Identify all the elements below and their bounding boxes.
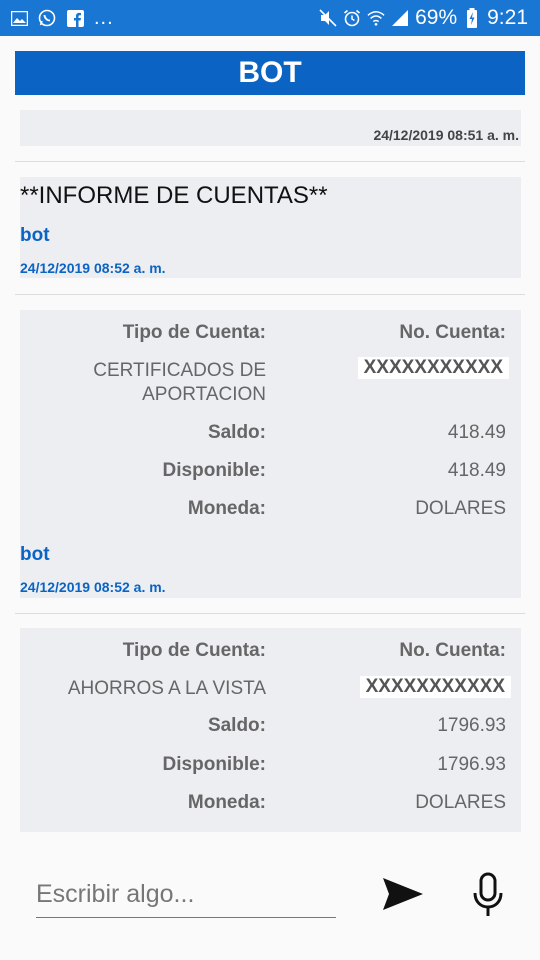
balance-value: 1796.93 [437, 715, 506, 736]
message-divider [15, 613, 525, 614]
message-input[interactable] [36, 872, 336, 918]
account-number-label: No. Cuenta: [399, 640, 506, 661]
account-number-value: XXXXXXXXXXX [359, 676, 511, 698]
balance-value: 418.49 [447, 422, 506, 443]
send-icon [381, 876, 425, 917]
available-value: 418.49 [447, 460, 506, 481]
account-number-label: No. Cuenta: [399, 322, 506, 343]
available-label: Disponible: [162, 460, 266, 481]
message-composer [36, 872, 336, 920]
more-notifications-indicator: ... [94, 6, 114, 29]
available-label: Disponible: [162, 754, 266, 775]
send-button[interactable] [380, 874, 426, 918]
microphone-button[interactable] [466, 872, 510, 922]
account-type-value: AHORROS A LA VISTA [67, 678, 266, 699]
message-divider [15, 161, 525, 162]
battery-percentage: 69% [415, 6, 458, 29]
mute-icon [319, 9, 337, 27]
gallery-notification-icon [10, 9, 28, 27]
chat-message: Tipo de Cuenta: No. Cuenta: AHORROS A LA… [20, 628, 521, 832]
account-type-value: CERTIFICADOS DE APORTACION [93, 360, 266, 405]
balance-label: Saldo: [207, 422, 266, 443]
account-number-value: XXXXXXXXXXX [357, 357, 509, 379]
chat-message: **INFORME DE CUENTAS** bot 24/12/2019 08… [20, 177, 521, 278]
account-type-label: Tipo de Cuenta: [122, 640, 266, 661]
chat-header: BOT [15, 51, 525, 95]
balance-label: Saldo: [207, 715, 266, 736]
message-title: **INFORME DE CUENTAS** [20, 182, 328, 209]
currency-value: DOLARES [415, 792, 506, 813]
available-value: 1796.93 [437, 754, 506, 775]
message-timestamp: 24/12/2019 08:51 a. m. [373, 127, 519, 143]
cell-signal-icon [391, 9, 409, 27]
alarm-icon [343, 9, 361, 27]
status-bar: ... 69% 9:21 [0, 0, 540, 36]
message-sender: bot [20, 225, 50, 246]
currency-label: Moneda: [187, 498, 266, 519]
facebook-notification-icon [66, 9, 84, 27]
battery-charging-icon [463, 8, 481, 28]
currency-value: DOLARES [415, 498, 506, 519]
chat-message: Tipo de Cuenta: No. Cuenta: CERTIFICADOS… [20, 310, 521, 598]
currency-label: Moneda: [187, 792, 266, 813]
clock: 9:21 [487, 6, 528, 29]
page-title: BOT [238, 56, 302, 89]
chat-message-list[interactable]: 24/12/2019 08:51 a. m. **INFORME DE CUEN… [0, 110, 540, 850]
wifi-icon [367, 9, 385, 27]
message-divider [15, 294, 525, 295]
message-sender: bot [20, 544, 50, 565]
message-timestamp: 24/12/2019 08:52 a. m. [20, 579, 166, 595]
whatsapp-notification-icon [38, 9, 56, 27]
message-timestamp: 24/12/2019 08:52 a. m. [20, 260, 166, 276]
microphone-icon [472, 872, 504, 923]
account-type-label: Tipo de Cuenta: [122, 322, 266, 343]
chat-message: 24/12/2019 08:51 a. m. [20, 110, 521, 146]
